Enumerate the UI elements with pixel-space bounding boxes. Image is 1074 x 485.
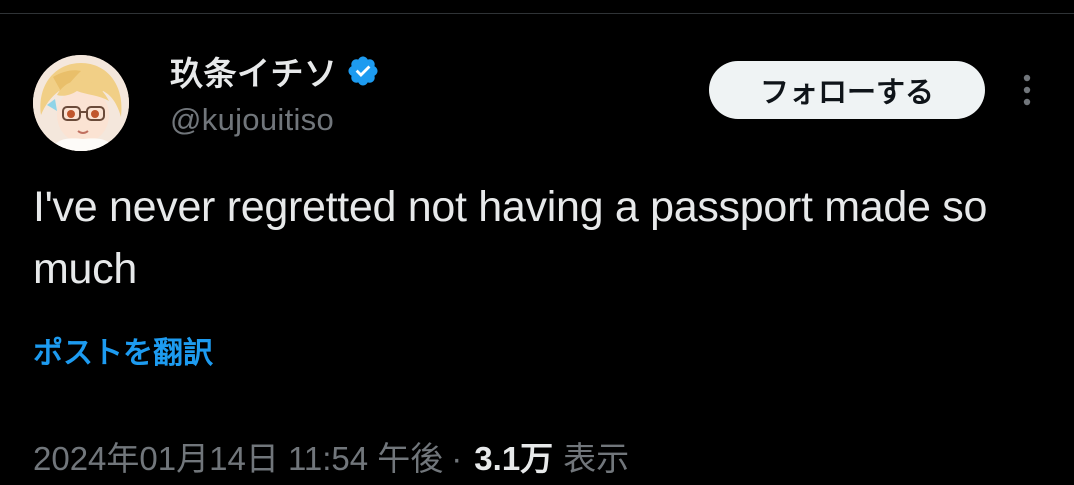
avatar-image [33,55,129,151]
tweet-timestamp[interactable]: 2024年01月14日 11:54 午後 [33,432,443,480]
top-divider [0,13,1074,14]
translate-post-link[interactable]: ポストを翻訳 [33,328,213,372]
avatar[interactable] [33,55,129,151]
tweet-meta-row: 2024年01月14日 11:54 午後 · 3.1万 表示 [33,432,629,480]
more-options-button[interactable] [1012,70,1042,110]
author-block: 玖条イチソ @kujouitiso [170,50,380,138]
author-handle[interactable]: @kujouitiso [170,102,380,138]
verified-badge-icon[interactable] [346,54,380,88]
follow-button[interactable]: フォローする [709,61,985,119]
tweet-text: I've never regretted not having a passpo… [33,183,988,293]
views-label: 表示 [563,440,630,477]
author-display-name[interactable]: 玖条イチソ [170,47,338,95]
author-name-row: 玖条イチソ [170,50,380,92]
more-vertical-icon [1023,74,1031,106]
meta-separator: · [451,440,463,477]
views-count: 3.1万 [474,440,554,477]
